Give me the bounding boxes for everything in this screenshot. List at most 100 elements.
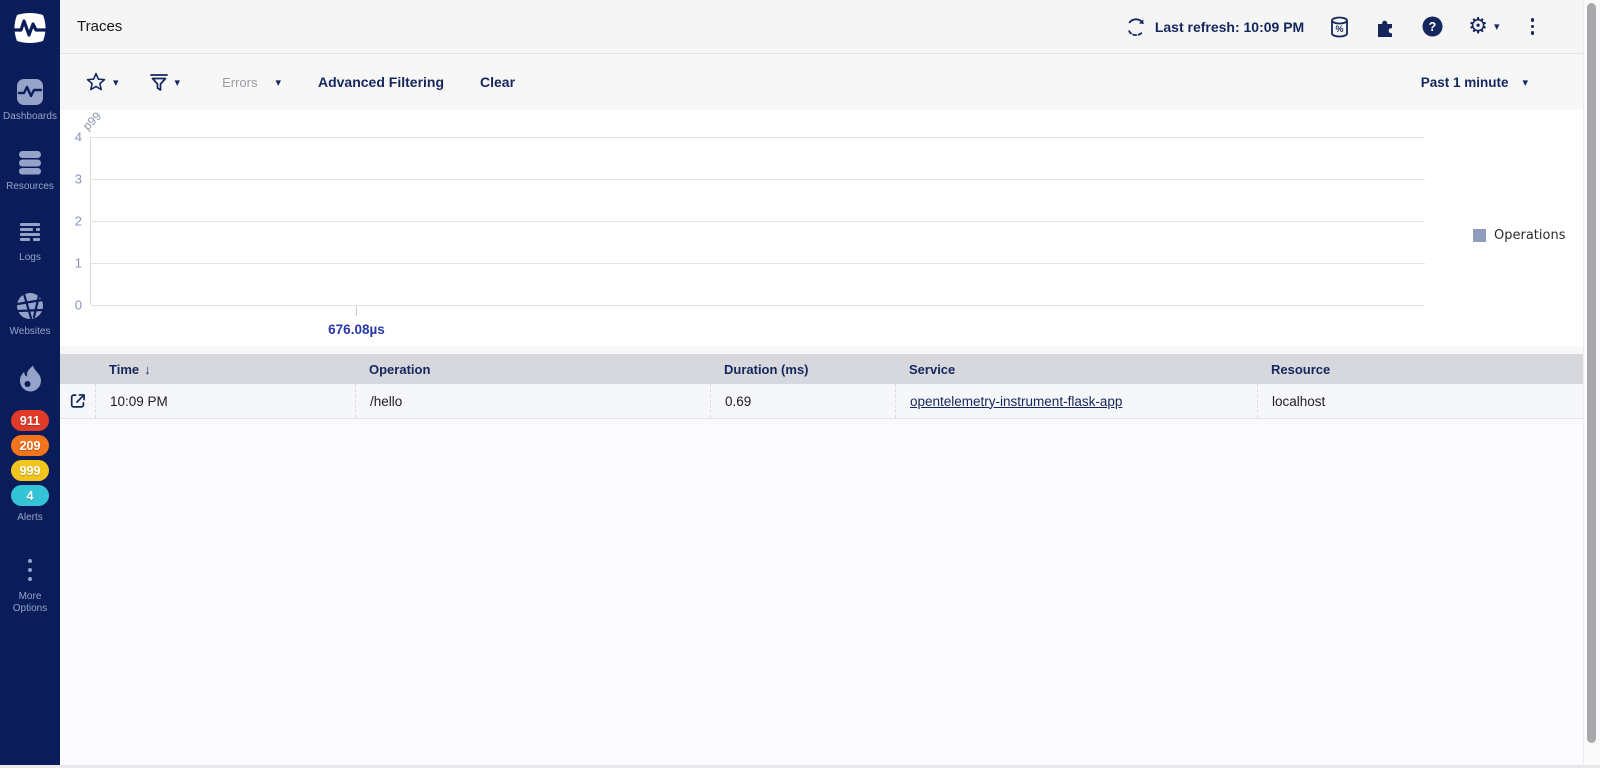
refresh-icon <box>1128 17 1144 36</box>
database-percent-icon: % <box>1331 16 1349 37</box>
alerts-label: Alerts <box>17 512 43 523</box>
gear-icon: ⚙ <box>1468 13 1488 39</box>
column-label: Time <box>109 361 140 377</box>
time-range-dropdown[interactable]: Past 1 minute ▾ <box>1421 75 1528 90</box>
settings-menu[interactable]: ⚙ ▾ <box>1468 13 1500 39</box>
alert-badge-high[interactable]: 209 <box>11 435 49 456</box>
y-axis-tick-label: 1 <box>74 255 82 271</box>
y-axis-tick-label: 4 <box>74 129 82 145</box>
header-cell-resource[interactable]: Resource <box>1257 354 1583 384</box>
sidebar: Dashboards Resources Logs Websites 911 2… <box>0 0 60 768</box>
x-axis-tick-mark <box>356 306 358 316</box>
y-axis-tick-label: 0 <box>74 297 82 313</box>
y-axis-title: p99 <box>79 108 105 134</box>
vertical-scrollbar-track[interactable] <box>1583 0 1600 768</box>
y-axis-tick-label: 2 <box>74 213 82 229</box>
help-icon: ? <box>1422 16 1443 37</box>
usage-metrics-button[interactable]: % <box>1329 15 1350 39</box>
sort-desc-icon: ↓ <box>144 361 151 377</box>
app-logo[interactable] <box>10 8 50 48</box>
sidebar-item-resources[interactable]: Resources <box>0 148 60 194</box>
chevron-down-icon: ▾ <box>275 76 281 89</box>
section-divider <box>60 346 1600 354</box>
time-range-label: Past 1 minute <box>1420 74 1509 90</box>
svg-text:?: ? <box>1429 20 1437 34</box>
chevron-down-icon: ▾ <box>1522 76 1528 89</box>
flame-icon <box>20 365 41 392</box>
table-header-row: Time ↓ Operation Duration (ms) Service R… <box>60 354 1583 384</box>
page-title: Traces <box>77 18 123 35</box>
sidebar-item-dashboards[interactable]: Dashboards <box>0 78 60 124</box>
cell-operation: /hello <box>355 384 710 418</box>
sidebar-item-websites[interactable]: Websites <box>0 291 60 339</box>
legend-label: Operations <box>1494 228 1566 243</box>
puzzle-piece-icon <box>1378 20 1393 37</box>
cell-duration: 0.69 <box>710 384 895 418</box>
header-cell-actions <box>60 354 95 384</box>
pulse-m-logo-icon <box>13 13 47 43</box>
column-label: Operation <box>369 361 431 377</box>
filter-dropdown[interactable]: ▾ <box>149 72 181 93</box>
integrations-button[interactable] <box>1375 16 1397 38</box>
favorites-dropdown[interactable]: ▾ <box>85 71 119 93</box>
sidebar-item-label: Dashboards <box>3 111 57 122</box>
column-label: Resource <box>1271 361 1331 377</box>
chart-legend[interactable]: Operations <box>1473 228 1565 243</box>
header-cell-time[interactable]: Time ↓ <box>95 354 355 384</box>
sidebar-more-options[interactable] <box>28 558 32 581</box>
more-options-label: More Options <box>12 590 48 615</box>
gridline <box>91 304 1425 306</box>
alert-badge-low[interactable]: 4 <box>11 485 49 506</box>
gridline <box>91 136 1425 138</box>
gridline <box>91 178 1425 180</box>
filter-toolbar: ▾ ▾ Errors ▾ Advanced Filtering Clear Pa… <box>60 54 1600 110</box>
alert-badge-medium[interactable]: 999 <box>11 460 49 481</box>
header-cell-operation[interactable]: Operation <box>355 354 710 384</box>
chart-plot[interactable]: 676.08µs <box>90 136 1425 337</box>
latency-chart: p99 0 1 2 3 4 676.08µs Operations <box>60 108 1583 346</box>
clear-label: Clear <box>480 74 516 90</box>
help-button[interactable]: ? <box>1422 16 1443 37</box>
clear-button[interactable]: Clear <box>480 74 515 90</box>
star-icon <box>86 72 106 91</box>
advanced-filtering-label: Advanced Filtering <box>317 74 445 90</box>
errors-label: Errors <box>222 74 258 90</box>
vertical-scrollbar-thumb[interactable] <box>1587 3 1596 743</box>
overflow-menu[interactable] <box>1525 16 1541 37</box>
top-header: Traces Last refresh: 10:09 PM % ? ⚙ ▾ <box>60 0 1600 54</box>
logs-icon <box>20 223 40 241</box>
cell-time: 10:09 PM <box>95 384 355 418</box>
service-link[interactable]: opentelemetry-instrument-flask-app <box>910 394 1122 409</box>
empty-content-area <box>60 419 1600 752</box>
chart-y-labels: 0 1 2 3 4 <box>60 130 84 313</box>
open-trace-button[interactable] <box>69 392 87 410</box>
advanced-filtering-button[interactable]: Advanced Filtering <box>318 74 444 90</box>
alert-badge-critical[interactable]: 911 <box>11 410 49 431</box>
last-refresh-text: Last refresh: 10:09 PM <box>1154 18 1305 35</box>
refresh-control[interactable]: Last refresh: 10:09 PM <box>1126 17 1304 37</box>
column-label: Duration (ms) <box>724 361 809 377</box>
main-content: Traces Last refresh: 10:09 PM % ? ⚙ ▾ ▾ … <box>60 0 1600 768</box>
chevron-down-icon: ▾ <box>174 76 181 89</box>
column-label: Service <box>909 361 956 377</box>
y-axis-tick-label: 3 <box>74 171 82 187</box>
errors-dropdown[interactable]: Errors ▾ <box>222 75 281 90</box>
gridline <box>91 220 1425 222</box>
sidebar-item-flame[interactable] <box>0 364 60 394</box>
gridline <box>91 262 1425 264</box>
sidebar-item-label: Resources <box>6 180 54 192</box>
resources-icon <box>19 150 41 174</box>
chevron-down-icon: ▾ <box>113 76 119 89</box>
websites-icon <box>16 292 44 319</box>
sidebar-item-logs[interactable]: Logs <box>0 219 60 265</box>
header-cell-duration[interactable]: Duration (ms) <box>710 354 895 384</box>
chevron-down-icon: ▾ <box>1493 21 1500 33</box>
header-cell-service[interactable]: Service <box>895 354 1257 384</box>
x-axis-tick-label: 676.08µs <box>328 322 385 337</box>
sidebar-item-label: Logs <box>19 252 41 263</box>
cell-resource: localhost <box>1257 384 1583 418</box>
legend-swatch <box>1473 229 1486 242</box>
sidebar-item-label: Websites <box>9 325 51 337</box>
table-row[interactable]: 10:09 PM /hello 0.69 opentelemetry-instr… <box>60 384 1583 419</box>
svg-text:%: % <box>1336 24 1344 34</box>
